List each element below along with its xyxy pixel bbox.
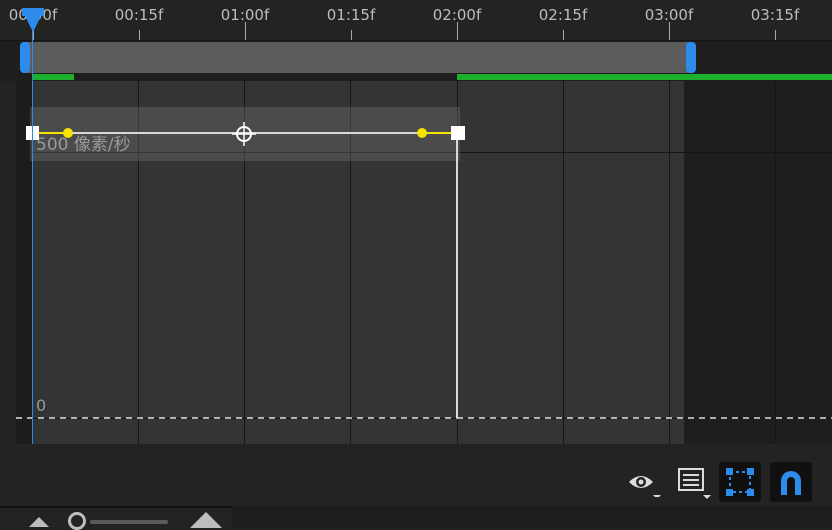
- transform-box-icon: [726, 468, 754, 496]
- show-properties-button[interactable]: [622, 462, 664, 502]
- zoom-slider-track[interactable]: [90, 520, 168, 524]
- playhead-handle[interactable]: [22, 10, 44, 32]
- divider: [0, 506, 232, 508]
- list-icon: [678, 468, 711, 499]
- crosshair-icon[interactable]: [232, 122, 256, 146]
- magnet-icon: [781, 471, 801, 495]
- zoom-slider-thumb[interactable]: [68, 512, 86, 530]
- bezier-handle[interactable]: [63, 128, 73, 138]
- transform-box-button[interactable]: [719, 462, 761, 502]
- keyframe-marker[interactable]: [451, 126, 465, 140]
- zoom-in-icon[interactable]: [188, 512, 224, 528]
- graph-options-button[interactable]: [672, 462, 714, 502]
- bottom-filler: [232, 506, 832, 528]
- zoom-out-icon[interactable]: [27, 513, 51, 528]
- playhead-line[interactable]: [32, 30, 33, 444]
- eye-icon: [629, 476, 661, 497]
- snap-button[interactable]: [770, 462, 812, 502]
- bezier-handle[interactable]: [417, 128, 427, 138]
